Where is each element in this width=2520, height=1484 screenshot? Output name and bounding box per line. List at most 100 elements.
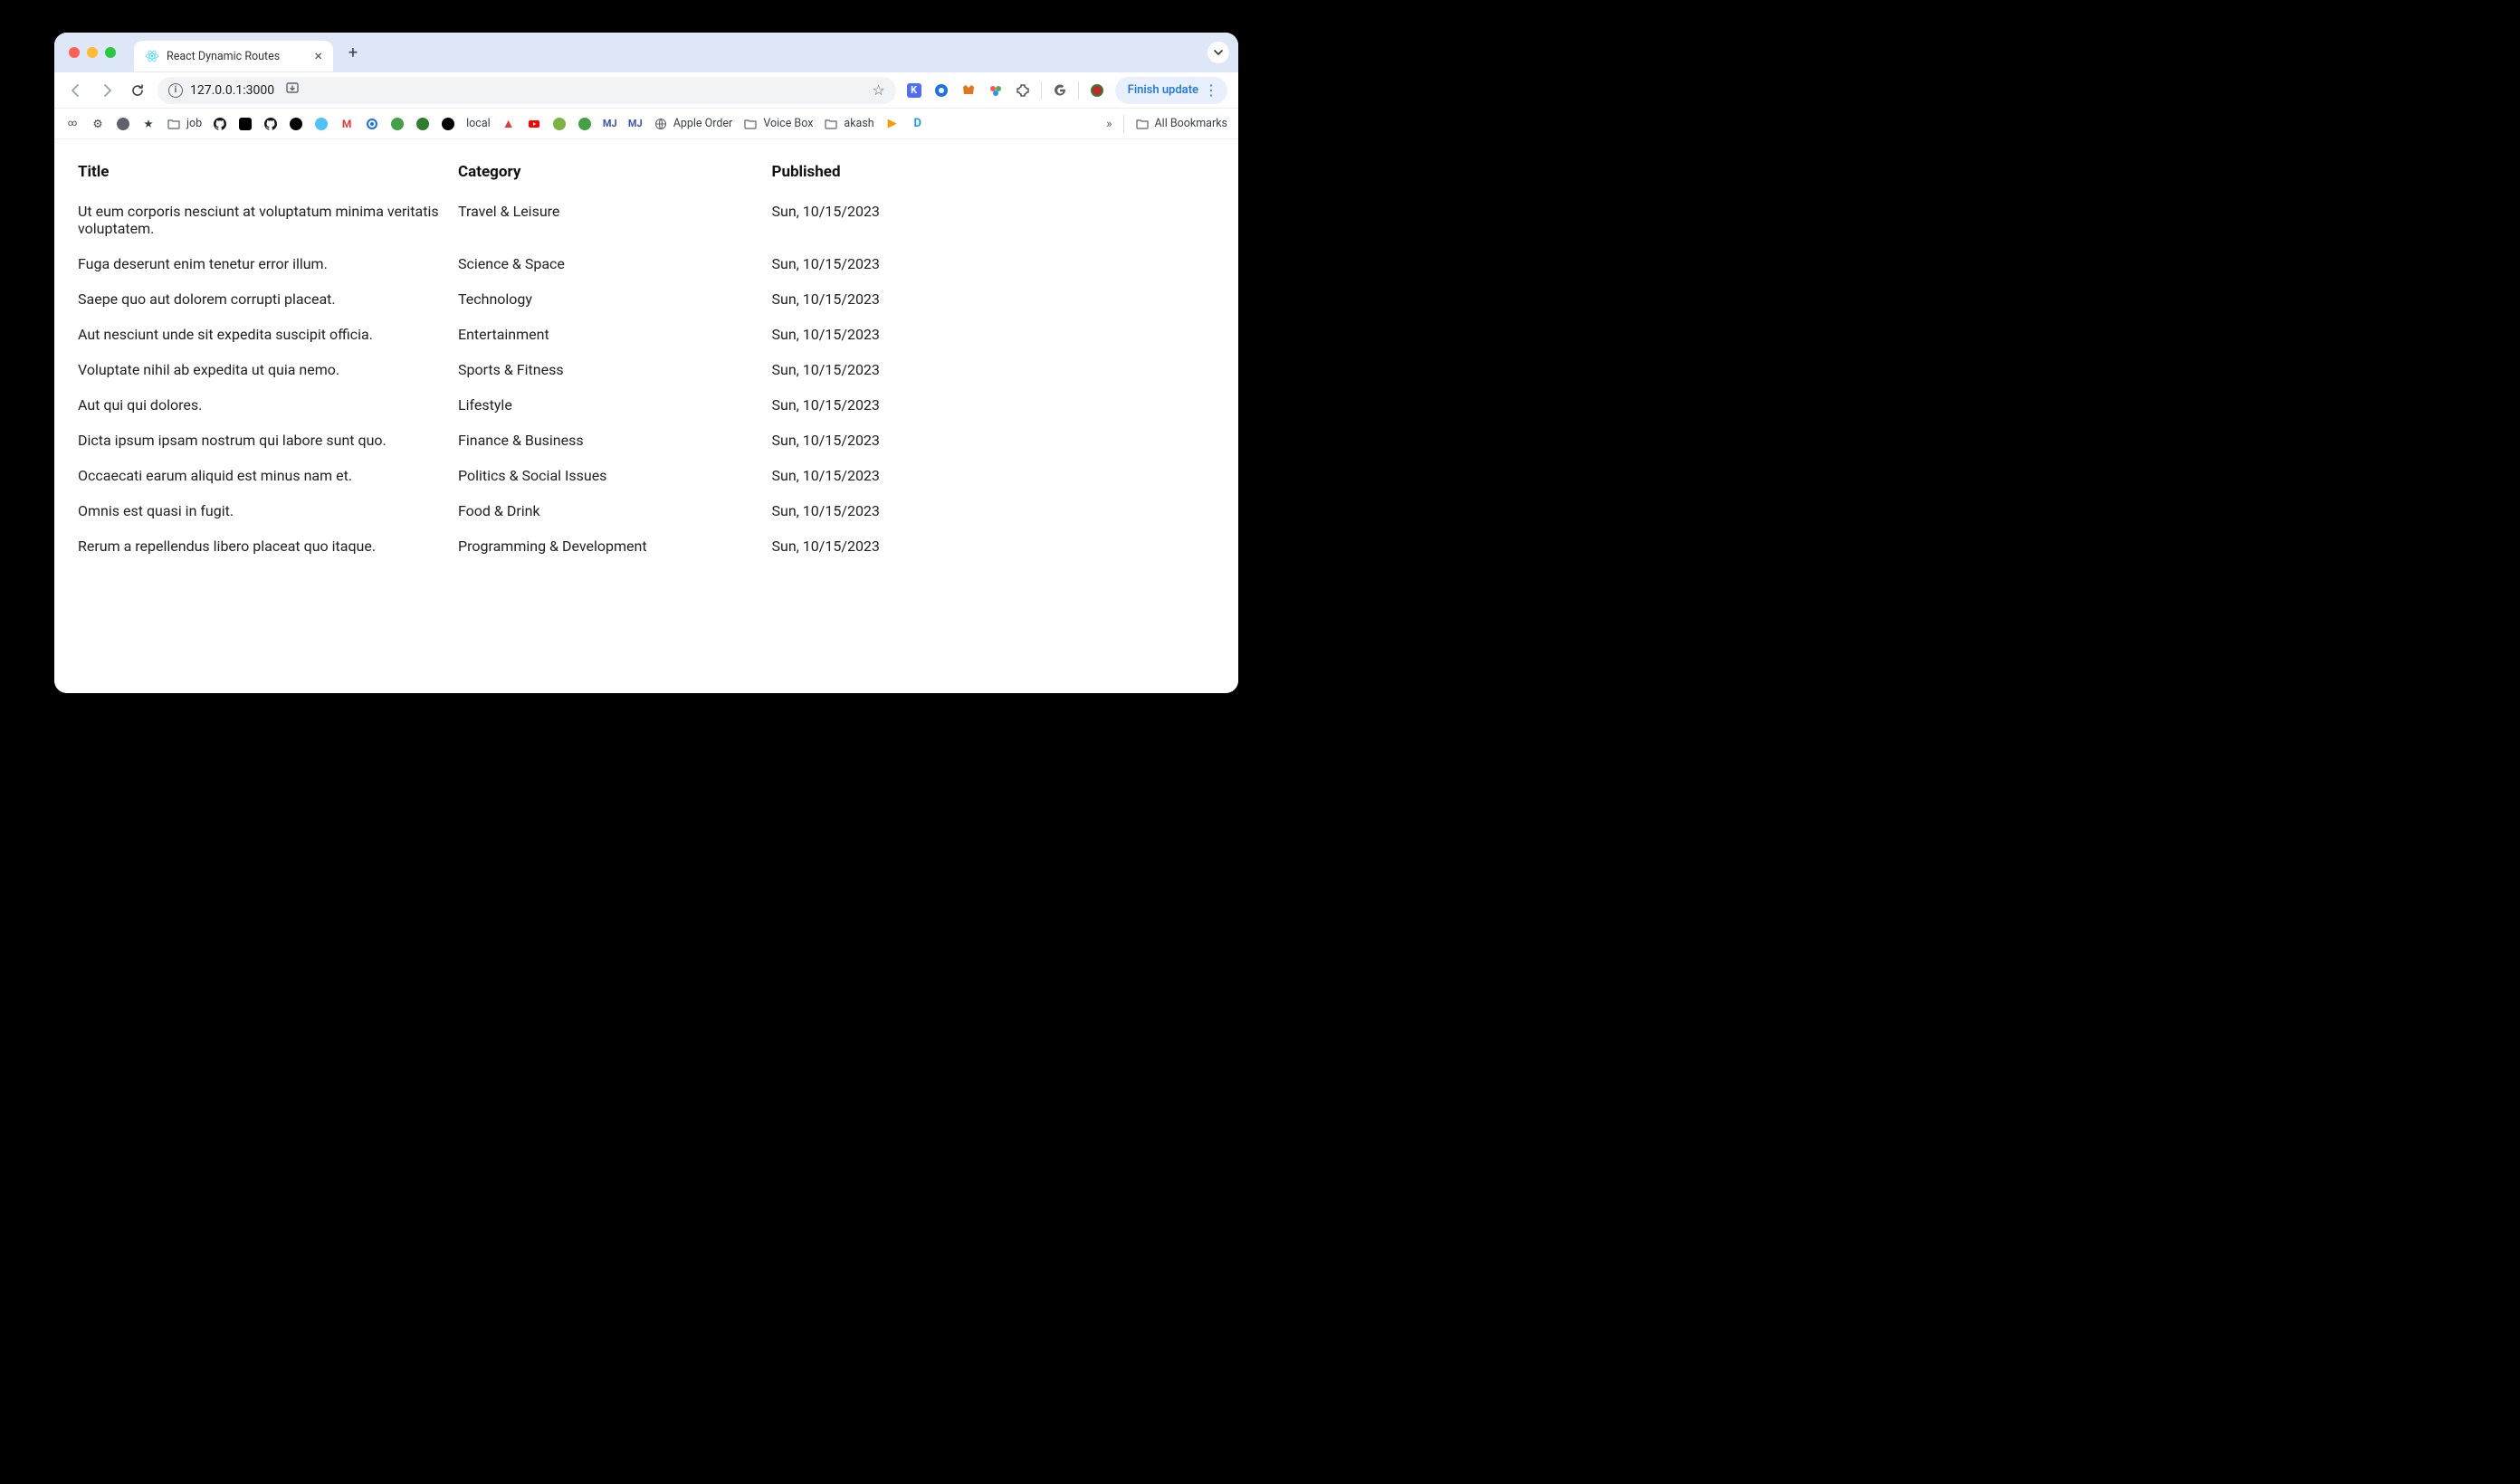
maximize-window-button[interactable] [105, 47, 116, 58]
bookmark-item[interactable] [263, 117, 278, 131]
react-favicon-icon [145, 49, 159, 63]
arrow-left-icon [69, 83, 83, 98]
cell-title: Occaecati earum aliquid est minus nam et… [72, 458, 453, 493]
bookmark-favicon-icon: M [339, 117, 354, 131]
bookmark-item[interactable] [578, 117, 592, 131]
table-row[interactable]: Omnis est quasi in fugit.Food & DrinkSun… [72, 493, 1023, 528]
bookmark-favicon-icon: MJ [603, 117, 617, 131]
extension-icon[interactable] [987, 81, 1005, 100]
bookmark-label: akash [844, 117, 873, 130]
cell-published: Sun, 10/15/2023 [767, 246, 1024, 281]
cell-published: Sun, 10/15/2023 [767, 493, 1024, 528]
bookmark-item[interactable] [527, 117, 541, 131]
chevron-down-icon [1213, 47, 1224, 58]
address-bar[interactable]: i 127.0.0.1:3000 ☆ [158, 77, 896, 104]
extensions-menu-icon[interactable] [1014, 81, 1032, 100]
bookmark-favicon-icon: D [911, 117, 925, 131]
browser-toolbar: i 127.0.0.1:3000 ☆ K Finish update ⋮ [54, 72, 1238, 109]
bookmark-item[interactable]: M [339, 117, 354, 131]
bookmark-item[interactable] [314, 117, 329, 131]
bookmark-label: Apple Order [673, 117, 733, 130]
cell-title: Fuga deserunt enim tenetur error illum. [72, 246, 453, 281]
bookmark-label: job [186, 117, 202, 130]
table-row[interactable]: Occaecati earum aliquid est minus nam et… [72, 458, 1023, 493]
install-app-icon[interactable] [285, 81, 300, 100]
bookmark-item[interactable] [289, 117, 303, 131]
all-bookmarks-button[interactable]: All Bookmarks [1135, 117, 1228, 131]
separator [1078, 81, 1079, 100]
browser-tab[interactable]: React Dynamic Routes × [134, 41, 333, 71]
cell-category: Science & Space [453, 246, 767, 281]
table-row[interactable]: Aut nesciunt unde sit expedita suscipit … [72, 317, 1023, 352]
extension-icon[interactable]: K [905, 81, 923, 100]
bookmark-item[interactable]: ▲ [501, 117, 516, 131]
bookmark-folder-job[interactable]: job [167, 117, 202, 131]
bookmark-favicon-icon: ▲ [501, 117, 516, 131]
cell-published: Sun, 10/15/2023 [767, 387, 1024, 423]
table-row[interactable]: Saepe quo aut dolorem corrupti placeat.T… [72, 281, 1023, 317]
folder-icon [824, 117, 838, 131]
tab-search-button[interactable] [1208, 42, 1229, 63]
minimize-window-button[interactable] [87, 47, 98, 58]
table-row[interactable]: Voluptate nihil ab expedita ut quia nemo… [72, 352, 1023, 387]
finish-update-button[interactable]: Finish update ⋮ [1115, 77, 1227, 104]
cell-title: Omnis est quasi in fugit. [72, 493, 453, 528]
bookmark-star-icon[interactable]: ☆ [872, 81, 884, 99]
bookmark-item[interactable]: ⚙ [91, 117, 105, 131]
all-bookmarks-label: All Bookmarks [1155, 117, 1228, 130]
posts-table: Title Category Published Ut eum corporis… [72, 156, 1023, 564]
column-header-published: Published [767, 156, 1024, 194]
cell-title: Ut eum corporis nesciunt at voluptatum m… [72, 194, 453, 246]
bookmark-item[interactable]: ∞ [65, 117, 80, 131]
bookmark-item[interactable] [441, 117, 455, 131]
site-info-icon[interactable]: i [168, 83, 183, 98]
cell-published: Sun, 10/15/2023 [767, 194, 1024, 246]
cell-published: Sun, 10/15/2023 [767, 423, 1024, 458]
cell-category: Finance & Business [453, 423, 767, 458]
bookmark-apple-order[interactable]: Apple Order [654, 117, 733, 131]
back-button[interactable] [65, 80, 87, 101]
bookmark-item[interactable] [415, 117, 430, 131]
google-account-icon[interactable] [1051, 81, 1069, 100]
close-window-button[interactable] [69, 47, 80, 58]
cell-category: Sports & Fitness [453, 352, 767, 387]
bookmarks-bar: ∞ ⚙ ★ job M local ▲ MJ MJ Apple Order Vo… [54, 109, 1238, 139]
url-text: 127.0.0.1:3000 [190, 83, 274, 98]
tab-close-icon[interactable]: × [314, 49, 322, 63]
profile-avatar[interactable] [1088, 81, 1106, 100]
bookmark-item[interactable]: D [911, 117, 925, 131]
bookmark-item[interactable] [552, 117, 567, 131]
kebab-menu-icon[interactable]: ⋮ [1204, 81, 1218, 99]
bookmark-folder-local[interactable]: local [466, 117, 491, 130]
column-header-title: Title [72, 156, 453, 194]
cell-published: Sun, 10/15/2023 [767, 458, 1024, 493]
bookmark-item[interactable] [390, 117, 405, 131]
bookmarks-overflow-icon[interactable]: » [1106, 117, 1112, 131]
bookmark-favicon-icon [365, 117, 379, 131]
table-row[interactable]: Ut eum corporis nesciunt at voluptatum m… [72, 194, 1023, 246]
bookmark-item[interactable]: ▶ [885, 117, 900, 131]
reload-button[interactable] [127, 80, 148, 101]
table-row[interactable]: Dicta ipsum ipsam nostrum qui labore sun… [72, 423, 1023, 458]
bookmark-item[interactable]: MJ [603, 117, 617, 131]
cell-published: Sun, 10/15/2023 [767, 317, 1024, 352]
bookmark-item[interactable]: ★ [141, 117, 156, 131]
bookmark-item[interactable] [238, 117, 253, 131]
bookmark-label: local [466, 117, 491, 130]
table-row[interactable]: Fuga deserunt enim tenetur error illum.S… [72, 246, 1023, 281]
bookmark-item[interactable] [365, 117, 379, 131]
new-tab-button[interactable]: + [340, 40, 366, 65]
extension-icon[interactable] [959, 81, 978, 100]
forward-button[interactable] [96, 80, 118, 101]
bookmark-item[interactable] [213, 117, 227, 131]
bookmark-folder-voice-box[interactable]: Voice Box [743, 117, 813, 131]
bookmark-favicon-icon: ∞ [65, 117, 80, 131]
bookmark-folder-akash[interactable]: akash [824, 117, 873, 131]
extension-icon[interactable] [932, 81, 950, 100]
cell-category: Technology [453, 281, 767, 317]
gear-icon: ⚙ [91, 117, 105, 131]
table-row[interactable]: Rerum a repellendus libero placeat quo i… [72, 528, 1023, 564]
table-row[interactable]: Aut qui qui dolores.LifestyleSun, 10/15/… [72, 387, 1023, 423]
bookmark-item[interactable] [116, 117, 130, 131]
bookmark-item[interactable]: MJ [628, 117, 643, 131]
